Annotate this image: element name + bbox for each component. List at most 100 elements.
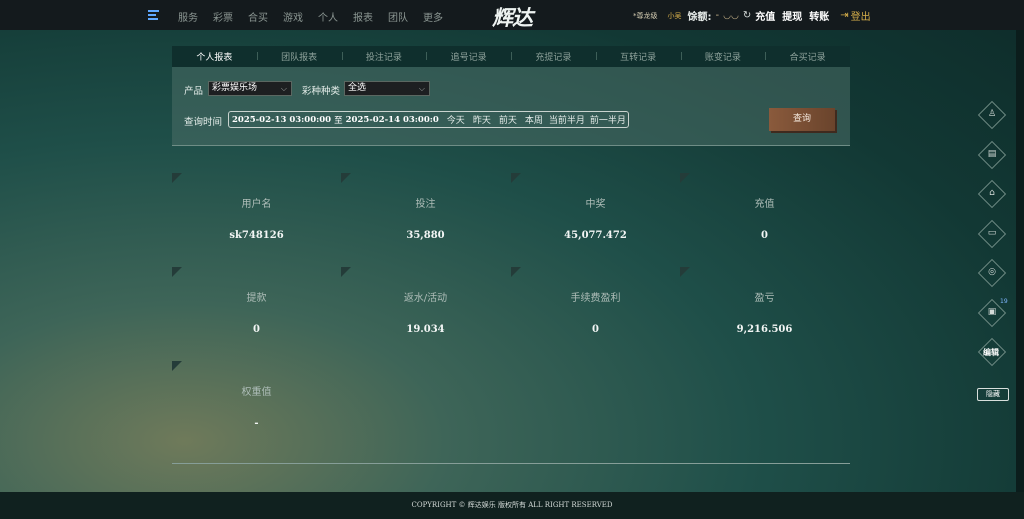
nav-item-service[interactable]: 服务 xyxy=(178,9,198,24)
refresh-icon[interactable]: ↻ xyxy=(743,10,751,21)
tab-team-report[interactable]: 团队报表 xyxy=(256,50,342,63)
date-separator: 至 xyxy=(334,115,343,126)
edit-icon: 编辑 xyxy=(983,348,999,357)
message-icon: ▣ xyxy=(987,307,997,317)
corner-marker xyxy=(511,173,521,183)
stat-value: 9,216.506 xyxy=(736,324,793,335)
message-count-badge: 19 xyxy=(1000,298,1008,305)
stat-label: 投注 xyxy=(415,199,436,210)
tab-group-buy-records[interactable]: 合买记录 xyxy=(765,50,850,63)
corner-marker xyxy=(680,173,690,183)
stat-value: 0 xyxy=(253,324,260,335)
stat-label: 盈亏 xyxy=(754,293,775,304)
product-select[interactable]: 彩票娱乐场 ⌵ xyxy=(208,81,292,96)
corner-marker xyxy=(172,361,182,371)
lottery-type-select[interactable]: 全选 ⌵ xyxy=(344,81,430,96)
stats-divider xyxy=(172,463,850,464)
stat-label: 手续费盈利 xyxy=(570,293,621,304)
corner-marker xyxy=(172,267,182,277)
corner-marker xyxy=(341,173,351,183)
tab-deposit-withdraw-records[interactable]: 充提记录 xyxy=(511,50,596,63)
quick-range-this-week[interactable]: 本周 xyxy=(525,113,543,126)
stat-cell-fee-profit: 手续费盈利 0 xyxy=(511,267,680,357)
stat-cell-username: 用户名 sk748126 xyxy=(172,173,341,263)
logout-link[interactable]: 登出 xyxy=(851,8,871,23)
user-area: *尊龙级 小吴 馀额: - ◡◡ ↻ 充值 提现 转账 ⇥ 登出 xyxy=(633,8,871,23)
chevron-down-icon: ⌵ xyxy=(418,84,425,93)
bank-icon: ⌂ xyxy=(989,188,995,198)
nav-item-more[interactable]: 更多 xyxy=(423,9,443,24)
stat-label: 中奖 xyxy=(585,199,606,210)
stat-cell-withdrawal: 提款 0 xyxy=(172,267,341,357)
stat-cell-winnings: 中奖 45,077.472 xyxy=(511,173,680,263)
corner-marker xyxy=(172,173,182,183)
stat-label: 提款 xyxy=(246,293,267,304)
scrollbar[interactable] xyxy=(1016,30,1024,492)
stat-label: 权重值 xyxy=(241,387,272,398)
query-button[interactable]: 查询 xyxy=(769,108,835,131)
top-bar: 服务 彩票 合买 游戏 个人 报表 团队 更多 辉达 *尊龙级 小吴 馀额: -… xyxy=(0,0,1024,30)
stat-cell-profit-loss: 盈亏 9,216.506 xyxy=(680,267,849,357)
stat-label: 用户名 xyxy=(241,199,272,210)
chevron-down-icon: ⌵ xyxy=(280,84,287,93)
wallet-icon: ▭ xyxy=(987,228,997,238)
stat-label: 充值 xyxy=(754,199,775,210)
stat-cell-weight: 权重值 - xyxy=(172,361,341,451)
product-label: 产品 xyxy=(184,86,204,97)
logout-icon[interactable]: ⇥ xyxy=(840,10,848,21)
main-nav: 服务 彩票 合买 游戏 个人 报表 团队 更多 xyxy=(178,9,458,24)
tab-account-change-records[interactable]: 账变记录 xyxy=(680,50,766,63)
tab-transfer-records[interactable]: 互转记录 xyxy=(595,50,681,63)
stat-cell-bets: 投注 35,880 xyxy=(341,173,510,263)
withdraw-link[interactable]: 提现 xyxy=(782,8,802,23)
hide-dock-button[interactable]: 隐藏 xyxy=(977,388,1009,401)
quick-range-today[interactable]: 今天 xyxy=(447,113,465,126)
stat-cell-rebate: 返水/活动 19.034 xyxy=(341,267,510,357)
nav-item-personal[interactable]: 个人 xyxy=(318,9,338,24)
start-date-input[interactable]: 2025-02-13 03:00:00 xyxy=(229,115,331,125)
filter-panel xyxy=(172,67,850,145)
date-range-picker[interactable]: 2025-02-13 03:00:00 至 2025-02-14 03:00:0… xyxy=(228,111,629,128)
document-icon: ▤ xyxy=(987,149,997,159)
stat-value: 45,077.472 xyxy=(564,230,627,241)
quick-range-previous-half-month[interactable]: 前一半月 xyxy=(590,113,626,126)
end-date-input[interactable]: 2025-02-14 03:00:0 xyxy=(346,115,439,125)
tab-personal-report[interactable]: 个人报表 xyxy=(172,50,257,63)
stat-value: sk748126 xyxy=(229,230,284,241)
quick-range-yesterday[interactable]: 昨天 xyxy=(473,113,491,126)
footer-copyright: COPYRIGHT © 辉达娱乐 版权所有 ALL RIGHT RESERVED xyxy=(0,492,1024,519)
stat-value: 0 xyxy=(592,324,599,335)
hamburger-menu-icon[interactable] xyxy=(148,10,159,20)
quick-range-current-half-month[interactable]: 当前半月 xyxy=(549,113,585,126)
balance-value: - xyxy=(715,10,720,21)
stat-value: - xyxy=(254,418,259,429)
stat-label: 返水/活动 xyxy=(403,293,448,304)
query-time-label: 查询时间 xyxy=(184,117,223,128)
corner-marker xyxy=(511,267,521,277)
stat-value: 19.034 xyxy=(406,324,445,335)
headset-icon: ◎ xyxy=(988,267,996,277)
eye-icon[interactable]: ◡◡ xyxy=(723,11,739,21)
username-label: 小吴 xyxy=(667,11,682,20)
quick-range-day-before[interactable]: 前天 xyxy=(499,113,517,126)
nav-item-lottery[interactable]: 彩票 xyxy=(213,9,233,24)
corner-marker xyxy=(341,267,351,277)
report-tabs: 个人报表 团队报表 投注记录 追号记录 充提记录 互转记录 账变记录 合买记录 xyxy=(172,46,850,67)
tab-chase-records[interactable]: 追号记录 xyxy=(426,50,511,63)
nav-item-reports[interactable]: 报表 xyxy=(353,9,373,24)
lottery-type-label: 彩种种类 xyxy=(302,86,341,97)
deposit-link[interactable]: 充值 xyxy=(755,8,775,23)
stat-value: 35,880 xyxy=(406,230,445,241)
user-icon: ♙ xyxy=(987,109,997,119)
nav-item-games[interactable]: 游戏 xyxy=(283,9,303,24)
nav-item-team[interactable]: 团队 xyxy=(388,9,408,24)
filter-divider xyxy=(172,145,850,146)
product-select-value: 彩票娱乐场 xyxy=(212,83,258,93)
tab-bet-records[interactable]: 投注记录 xyxy=(341,50,427,63)
site-logo[interactable]: 辉达 xyxy=(492,2,533,32)
corner-marker xyxy=(680,267,690,277)
vip-level-badge: *尊龙级 xyxy=(633,11,658,20)
transfer-link[interactable]: 转账 xyxy=(809,8,829,23)
nav-item-group-buy[interactable]: 合买 xyxy=(248,9,268,24)
stat-cell-deposit: 充值 0 xyxy=(680,173,849,263)
